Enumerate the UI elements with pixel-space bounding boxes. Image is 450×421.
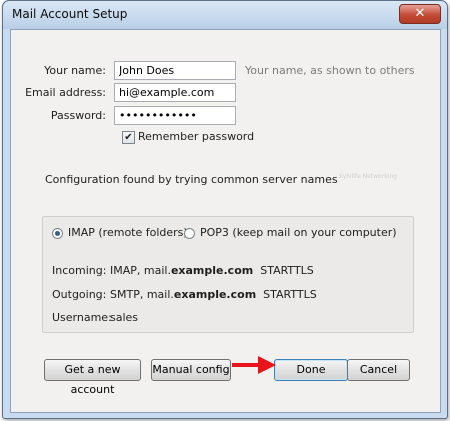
email-input[interactable]	[114, 83, 236, 102]
outgoing-security: STARTTLS	[263, 288, 317, 301]
imap-radio[interactable]	[52, 228, 63, 239]
name-hint: Your name, as shown to others	[245, 64, 415, 77]
cancel-button[interactable]: Cancel	[347, 359, 410, 381]
outgoing-host: example.com	[173, 288, 257, 301]
window-title: Mail Account Setup	[12, 7, 128, 21]
outgoing-value: SMTP, mail.example.com STARTTLS	[110, 288, 317, 301]
watermark: Sylvlife Networking	[339, 173, 397, 180]
configuration-status-text: Configuration found by trying common ser…	[45, 173, 338, 186]
email-label: Email address:	[25, 86, 106, 99]
get-new-account-button[interactable]: Get a new account	[44, 359, 141, 396]
password-input[interactable]	[114, 106, 236, 125]
incoming-security: STARTTLS	[260, 264, 314, 277]
outgoing-label: Outgoing:	[52, 288, 107, 301]
dialog-content: Your name: Your name, as shown to others…	[10, 29, 441, 413]
title-bar: Mail Account Setup ✕	[3, 1, 447, 29]
imap-label: IMAP (remote folders)	[68, 226, 188, 239]
password-label: Password:	[50, 109, 106, 122]
mail-account-setup-window: Mail Account Setup ✕ Your name: Your nam…	[2, 0, 448, 419]
red-arrow-annotation	[232, 356, 276, 374]
manual-config-button[interactable]: Manual config	[151, 359, 231, 381]
remember-password-checkbox[interactable]: ✔	[122, 131, 135, 144]
incoming-label: Incoming:	[52, 264, 107, 277]
username-label: Username:	[52, 311, 112, 324]
server-settings-group: IMAP (remote folders) POP3 (keep mail on…	[42, 216, 414, 333]
name-label: Your name:	[44, 64, 106, 77]
close-button[interactable]: ✕	[399, 4, 441, 24]
username-value: sales	[110, 311, 139, 324]
incoming-host: example.com	[170, 264, 254, 277]
remember-password-label: Remember password	[138, 130, 255, 143]
name-input[interactable]	[114, 61, 236, 80]
pop3-label: POP3 (keep mail on your computer)	[200, 226, 397, 239]
pop3-radio[interactable]	[184, 228, 195, 239]
outgoing-protocol: SMTP, mail.	[110, 288, 174, 301]
incoming-value: IMAP, mail.example.com STARTTLS	[110, 264, 314, 277]
done-button[interactable]: Done	[274, 359, 348, 381]
incoming-protocol: IMAP, mail.	[110, 264, 171, 277]
